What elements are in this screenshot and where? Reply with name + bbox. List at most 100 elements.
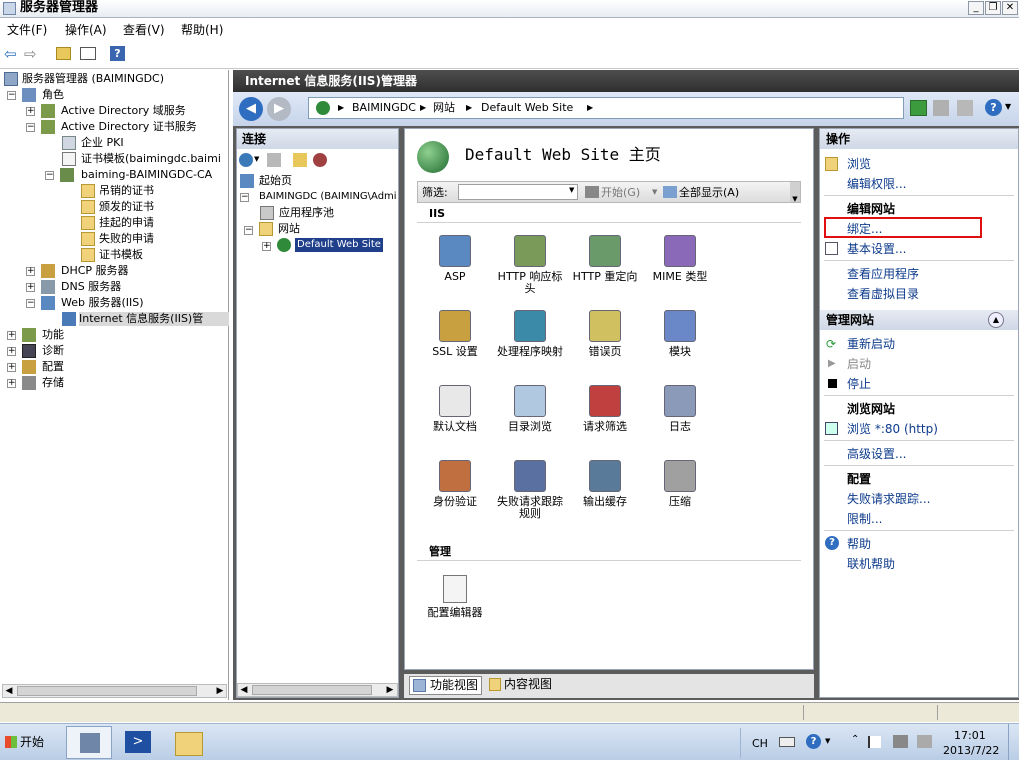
connect-icon[interactable] xyxy=(239,153,253,167)
forward-icon[interactable]: ⇨ xyxy=(24,46,37,62)
collapse-ca-icon[interactable]: − xyxy=(45,171,54,180)
scroll-right-icon[interactable]: ▶ xyxy=(384,684,396,696)
filter-input[interactable] xyxy=(458,184,578,200)
tree-dhcp[interactable]: DHCP 服务器 xyxy=(61,264,129,278)
feature-item[interactable]: 身份验证 xyxy=(418,460,492,508)
tray-menu-icon[interactable]: ▼ xyxy=(825,737,830,745)
menu-file[interactable]: 文件(F) xyxy=(7,22,47,38)
show-all-button[interactable]: 全部显示(A) xyxy=(679,185,739,201)
expand-diagnostics-icon[interactable]: + xyxy=(7,347,16,356)
action-edit-permissions[interactable]: 编辑权限... xyxy=(847,176,906,192)
clock-date[interactable]: 2013/7/22 xyxy=(943,744,999,757)
close-button[interactable]: ✕ xyxy=(1002,1,1018,15)
action-advanced-settings[interactable]: 高级设置... xyxy=(847,446,906,462)
collapse-server-icon[interactable]: − xyxy=(240,193,249,202)
tree-iis-selected[interactable]: Internet 信息服务(IIS)管 xyxy=(79,312,229,326)
disconnect-icon[interactable] xyxy=(313,153,327,167)
action-browse-80[interactable]: 浏览 *:80 (http) xyxy=(847,421,938,437)
tree-ca[interactable]: baiming-BAIMINGDC-CA xyxy=(81,168,212,182)
feature-item[interactable]: 日志 xyxy=(643,385,717,433)
action-basic-settings[interactable]: 基本设置... xyxy=(847,241,906,257)
expand-site-icon[interactable]: + xyxy=(262,242,271,251)
feature-item[interactable]: HTTP 响应标头 xyxy=(493,235,567,295)
go-button[interactable]: 开始(G) xyxy=(601,185,640,201)
tree-storage[interactable]: 存储 xyxy=(42,376,64,390)
feature-item[interactable]: MIME 类型 xyxy=(643,235,717,283)
feature-item[interactable]: 压缩 xyxy=(643,460,717,508)
expand-dhcp-icon[interactable]: + xyxy=(26,267,35,276)
action-bindings[interactable]: 绑定... xyxy=(847,221,882,237)
filter-dropdown-icon[interactable]: ▼ xyxy=(569,186,574,194)
breadcrumb-site[interactable]: Default Web Site xyxy=(481,100,573,116)
collapse-sites-icon[interactable]: − xyxy=(244,226,253,235)
conn-apppools[interactable]: 应用程序池 xyxy=(279,206,334,220)
tree-ad-domain[interactable]: Active Directory 域服务 xyxy=(61,104,186,118)
show-hidden-icons[interactable]: ⌃ xyxy=(851,734,859,745)
tree-revoked[interactable]: 吊销的证书 xyxy=(99,184,154,198)
tree-issued[interactable]: 颁发的证书 xyxy=(99,200,154,214)
tree-ad-cert[interactable]: Active Directory 证书服务 xyxy=(61,120,197,134)
scroll-thumb[interactable] xyxy=(252,685,372,695)
taskbar-server-manager[interactable] xyxy=(66,726,112,759)
scroll-thumb[interactable] xyxy=(17,686,197,696)
go-dropdown-icon[interactable]: ▼ xyxy=(652,188,657,196)
feature-item[interactable]: 目录浏览 xyxy=(493,385,567,433)
action-stop[interactable]: 停止 xyxy=(847,376,871,392)
tree-config[interactable]: 配置 xyxy=(42,360,64,374)
expand-ad-domain-icon[interactable]: + xyxy=(26,107,35,116)
tree-templates[interactable]: 证书模板 xyxy=(99,248,143,262)
action-view-vdirs[interactable]: 查看虚拟目录 xyxy=(847,286,919,302)
tree-roles[interactable]: 角色 xyxy=(42,88,64,102)
feature-item[interactable]: 失败请求跟踪规则 xyxy=(493,460,567,520)
tree-dns[interactable]: DNS 服务器 xyxy=(61,280,121,294)
content-view-tab[interactable]: 内容视图 xyxy=(486,676,555,695)
feature-item[interactable]: 输出缓存 xyxy=(568,460,642,508)
feature-item[interactable]: 处理程序映射 xyxy=(493,310,567,358)
refresh-icon[interactable] xyxy=(910,100,927,116)
scroll-right-icon[interactable]: ▶ xyxy=(214,685,226,697)
tree-hscrollbar[interactable]: ◀ ▶ xyxy=(2,684,227,698)
feature-config-editor[interactable]: 配置编辑器 xyxy=(418,575,492,619)
menu-view[interactable]: 查看(V) xyxy=(123,22,165,38)
iis-back-icon[interactable]: ◀ xyxy=(239,97,263,121)
tree-features[interactable]: 功能 xyxy=(42,328,64,342)
up-folder-icon[interactable] xyxy=(56,47,71,60)
iis-help-icon[interactable]: ? xyxy=(985,99,1002,116)
address-bar[interactable]: ▶ BAIMINGDC ▶ 网站 ▶ Default Web Site ▶ xyxy=(308,97,904,119)
tree-pki[interactable]: 企业 PKI xyxy=(81,136,124,150)
clock-time[interactable]: 17:01 xyxy=(954,729,986,742)
conn-sites[interactable]: 网站 xyxy=(278,222,300,236)
collapse-ad-cert-icon[interactable]: − xyxy=(26,123,35,132)
conn-server[interactable]: BAIMINGDC (BAIMING\Admi xyxy=(259,190,398,204)
save-icon[interactable] xyxy=(267,153,281,167)
breadcrumb-sites[interactable]: 网站 xyxy=(433,100,455,116)
home-icon[interactable] xyxy=(957,100,973,116)
features-view-tab[interactable]: 功能视图 xyxy=(409,676,483,695)
volume-muted-icon[interactable] xyxy=(917,735,932,748)
flag-icon[interactable] xyxy=(868,736,881,748)
action-online-help[interactable]: 联机帮助 xyxy=(847,556,895,572)
maximize-button[interactable]: ❐ xyxy=(985,1,1001,15)
feature-item[interactable]: 错误页 xyxy=(568,310,642,358)
tree-failed[interactable]: 失败的申请 xyxy=(99,232,154,246)
explorer-icon[interactable] xyxy=(175,732,203,756)
action-limits[interactable]: 限制... xyxy=(847,511,882,527)
up-icon[interactable] xyxy=(293,153,307,167)
tree-diagnostics[interactable]: 诊断 xyxy=(42,344,64,358)
scroll-left-icon[interactable]: ◀ xyxy=(3,685,15,697)
feature-item[interactable]: SSL 设置 xyxy=(418,310,492,358)
stop-icon[interactable] xyxy=(933,100,949,116)
menu-help[interactable]: 帮助(H) xyxy=(181,22,223,38)
help-icon[interactable]: ? xyxy=(110,46,125,61)
dropdown-icon[interactable]: ▼ xyxy=(254,155,259,163)
scroll-left-icon[interactable]: ◀ xyxy=(238,684,250,696)
iis-forward-icon[interactable]: ▶ xyxy=(267,97,291,121)
tree-pending[interactable]: 挂起的申请 xyxy=(99,216,154,230)
expand-storage-icon[interactable]: + xyxy=(7,379,16,388)
minimize-button[interactable]: _ xyxy=(968,1,984,15)
language-indicator[interactable]: CH xyxy=(752,736,768,752)
feature-item[interactable]: ASP xyxy=(418,235,492,283)
action-browse[interactable]: 浏览 xyxy=(847,156,871,172)
feature-item[interactable]: 请求筛选 xyxy=(568,385,642,433)
conn-hscrollbar[interactable]: ◀ ▶ xyxy=(237,683,398,697)
